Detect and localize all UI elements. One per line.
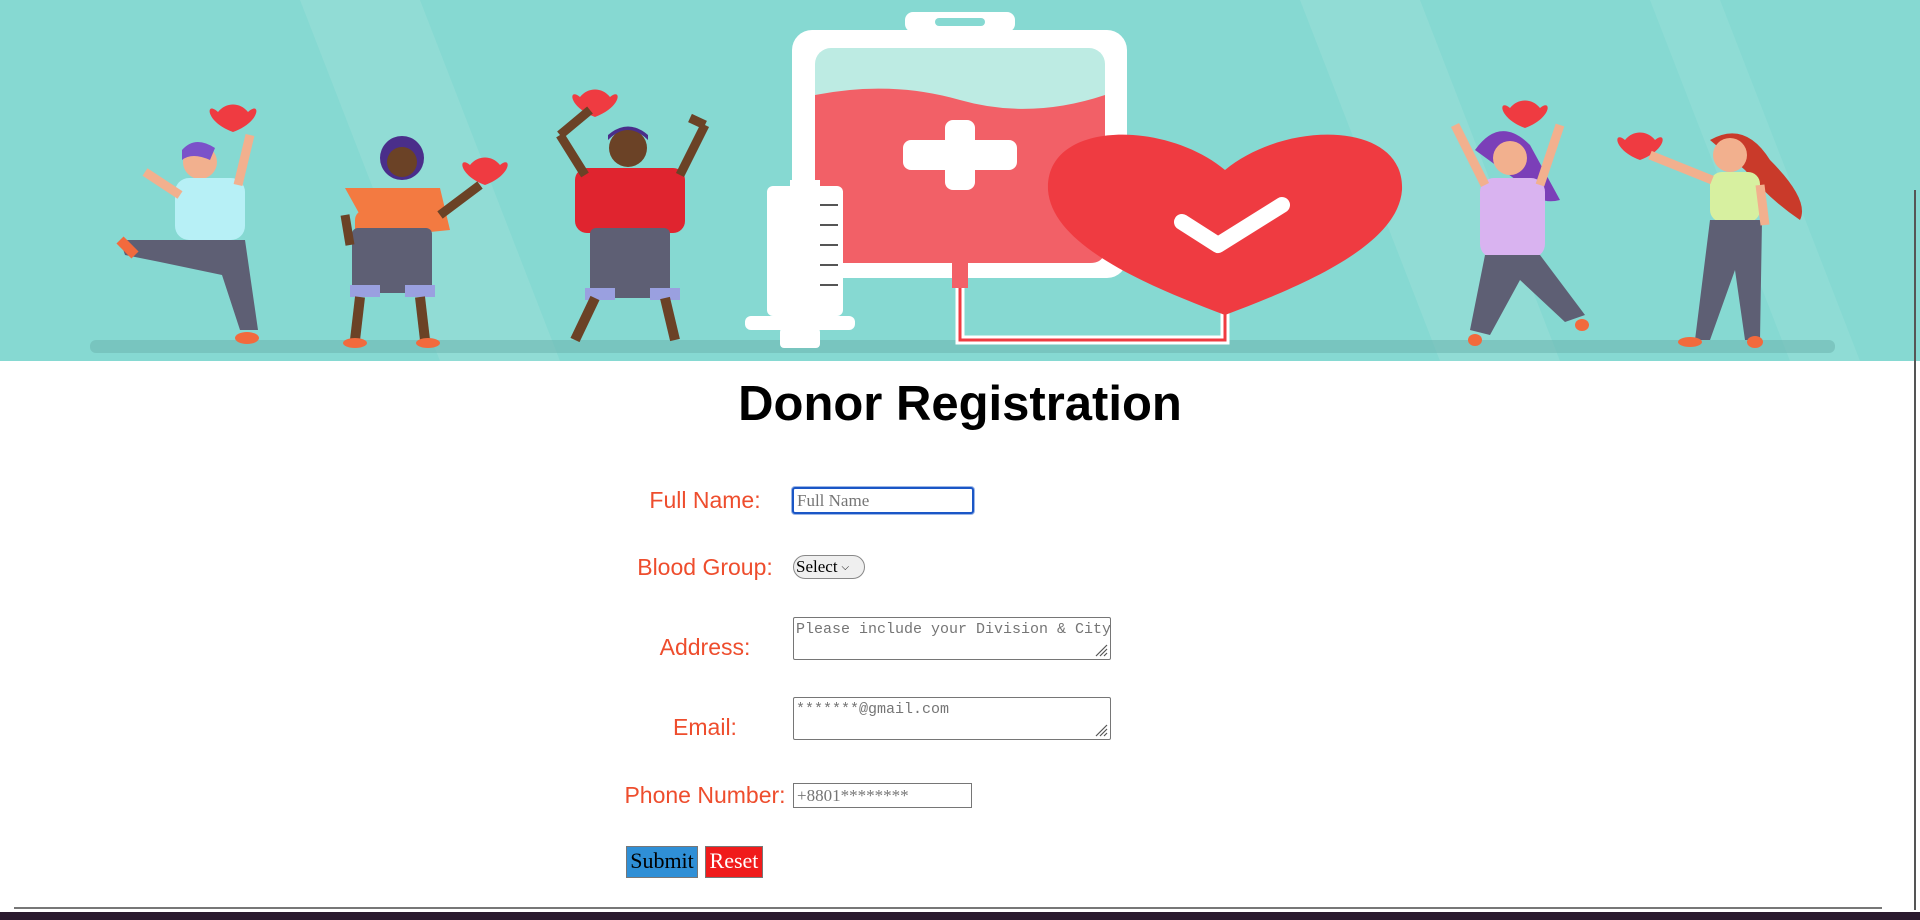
blood-group-select[interactable]: Select ⌵ (793, 555, 865, 579)
phone-input[interactable] (793, 783, 972, 808)
address-placeholder: Please include your Division & City (796, 621, 1111, 638)
full-name-input[interactable] (792, 487, 974, 514)
email-placeholder: *******@gmail.com (796, 701, 950, 718)
heart-check-icon (1047, 134, 1403, 315)
phone-label: Phone Number: (624, 782, 786, 808)
address-textarea[interactable]: Please include your Division & City (793, 617, 1111, 660)
email-label: Email: (673, 714, 737, 740)
blood-group-label: Blood Group: (637, 554, 773, 580)
address-label: Address: (659, 634, 751, 660)
resize-handle-icon[interactable] (1094, 723, 1108, 737)
reset-button[interactable]: Reset (705, 846, 763, 878)
person-figure (116, 104, 259, 344)
blood-donation-illustration (90, 0, 1860, 361)
resize-handle-icon[interactable] (1094, 643, 1108, 657)
full-name-label: Full Name: (649, 487, 761, 513)
banner (0, 0, 1920, 361)
divider (14, 907, 1882, 909)
chevron-down-icon: ⌵ (841, 562, 850, 573)
email-textarea[interactable]: *******@gmail.com (793, 697, 1111, 740)
page-title: Donor Registration (738, 377, 1182, 431)
person-figure (556, 89, 710, 343)
blood-group-selected-value: Select (796, 557, 838, 576)
submit-button[interactable]: Submit (626, 846, 698, 878)
scrollbar[interactable] (1914, 190, 1916, 910)
bottom-strip (0, 912, 1920, 920)
